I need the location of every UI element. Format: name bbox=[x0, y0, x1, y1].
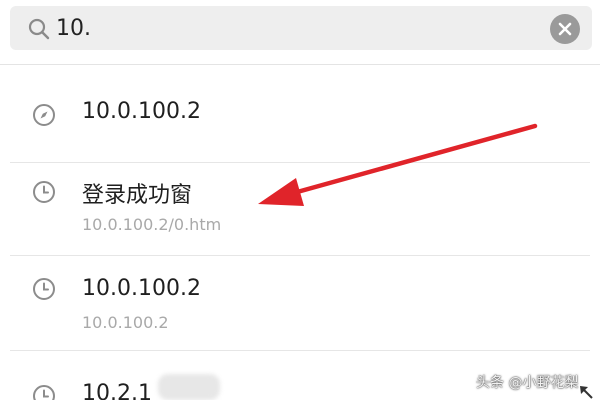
search-bar bbox=[0, 0, 600, 58]
redaction-blur bbox=[158, 374, 220, 400]
list-item[interactable]: 10.0.100.2 bbox=[0, 66, 600, 162]
search-box[interactable] bbox=[10, 6, 592, 50]
item-url: 10.0.100.2/0.htm bbox=[82, 215, 222, 234]
item-title: 10.0.100.2 bbox=[82, 99, 201, 124]
suggestion-list: 10.0.100.2 登录成功窗 10.0.100.2/0.htm 10.0.1… bbox=[0, 66, 600, 400]
watermark: 头条 @小野花梨 bbox=[476, 375, 579, 391]
item-title: 10.2.1 bbox=[82, 381, 152, 400]
item-title: 10.0.100.2 bbox=[82, 276, 201, 301]
list-item[interactable]: 登录成功窗 10.0.100.2/0.htm bbox=[0, 163, 600, 255]
clock-icon bbox=[33, 278, 55, 300]
clock-icon bbox=[33, 385, 55, 400]
cursor-icon bbox=[580, 386, 593, 399]
header-divider bbox=[0, 64, 600, 65]
item-title: 登录成功窗 bbox=[82, 183, 193, 208]
search-input[interactable] bbox=[56, 10, 536, 46]
list-item[interactable]: 10.0.100.2 10.0.100.2 bbox=[0, 256, 600, 350]
compass-icon bbox=[33, 104, 55, 126]
item-url: 10.0.100.2 bbox=[82, 313, 169, 332]
close-icon bbox=[558, 22, 572, 36]
search-icon bbox=[28, 18, 50, 40]
clear-button[interactable] bbox=[550, 14, 580, 44]
clock-icon bbox=[33, 181, 55, 203]
